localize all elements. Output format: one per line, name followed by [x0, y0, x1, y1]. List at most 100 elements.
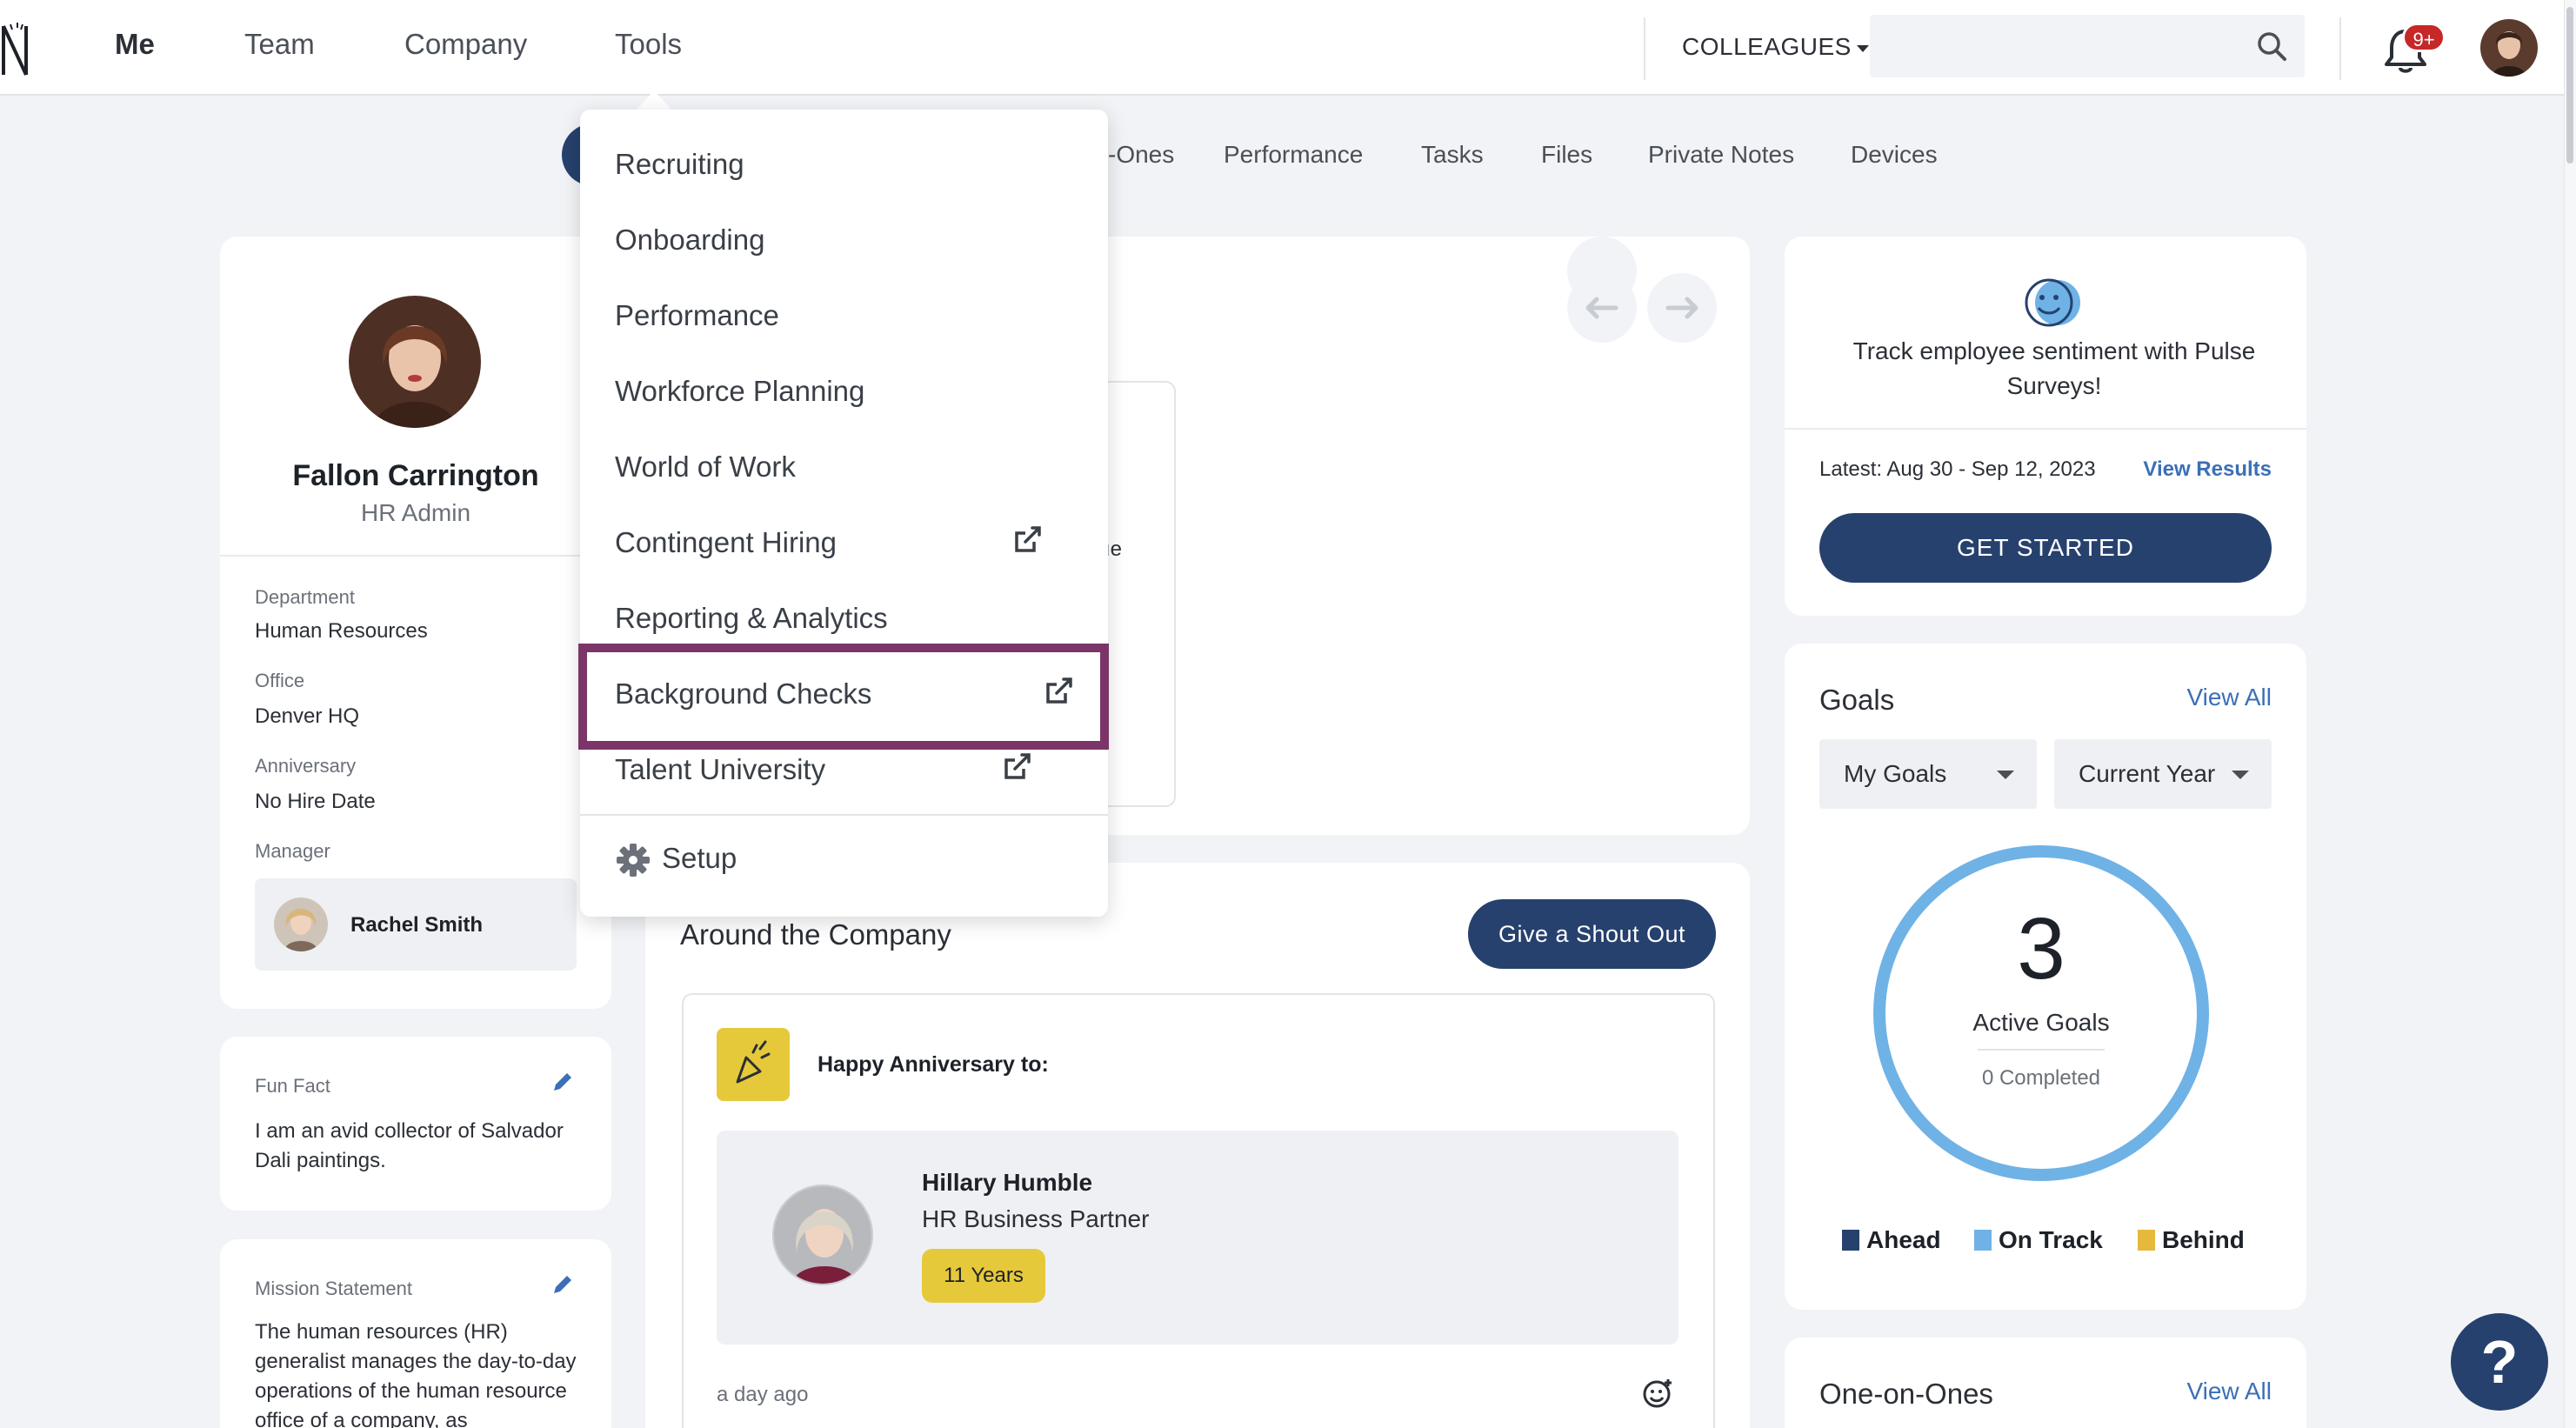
anniversary-label: Anniversary	[255, 755, 357, 777]
previous-arrow-button[interactable]	[1567, 273, 1637, 343]
active-goals-label: Active Goals	[1972, 1009, 2110, 1036]
nav-tools[interactable]: Tools	[615, 28, 682, 61]
arrow-right-icon	[1665, 297, 1698, 319]
nav-team[interactable]: Team	[244, 28, 315, 61]
legend-on-track: On Track	[1974, 1226, 2103, 1254]
department-label: Department	[255, 586, 355, 608]
legend-swatch	[1974, 1230, 1992, 1251]
menu-item-recruiting[interactable]: Recruiting	[580, 127, 1108, 202]
legend-ahead: Ahead	[1842, 1226, 1941, 1254]
subtab-one-on-ones[interactable]: -Ones	[1108, 141, 1174, 169]
search-icon[interactable]	[2256, 30, 2287, 62]
highlight-box-background-checks	[578, 644, 1109, 750]
pulse-smiley-icon	[2025, 278, 2080, 327]
menu-item-label: Contingent Hiring	[615, 526, 837, 558]
manager-name: Rachel Smith	[350, 913, 484, 937]
office-value: Denver HQ	[255, 704, 360, 728]
page-scrollbar[interactable]	[2564, 0, 2576, 1428]
caret-down-icon	[1856, 44, 1869, 52]
anniversary-title: Happy Anniversary to:	[818, 1052, 1049, 1077]
anniversary-person-card[interactable]: Hillary Humble HR Business Partner 11 Ye…	[717, 1131, 1678, 1345]
menu-item-onboarding[interactable]: Onboarding	[580, 203, 1108, 277]
goals-period-value: Current Year	[2079, 760, 2216, 787]
colleagues-label: COLLEAGUES	[1682, 33, 1852, 60]
user-avatar[interactable]	[2480, 19, 2538, 77]
edit-pencil-icon[interactable]	[551, 1070, 575, 1094]
menu-item-label: Talent University	[615, 753, 826, 785]
help-button[interactable]: ?	[2451, 1313, 2548, 1411]
subtab-performance[interactable]: Performance	[1224, 141, 1363, 169]
next-arrow-button[interactable]	[1647, 273, 1717, 343]
mission-statement-text: The human resources (HR) generalist mana…	[255, 1320, 577, 1428]
edit-pencil-icon[interactable]	[551, 1272, 575, 1297]
menu-item-label: Onboarding	[615, 224, 765, 256]
gear-icon	[617, 844, 650, 877]
top-navigation-bar: Me Team Company Tools COLLEAGUES 9+	[0, 0, 2576, 96]
caret-down-icon	[1997, 771, 2014, 779]
menu-item-contingent-hiring[interactable]: Contingent Hiring	[580, 505, 1108, 580]
goals-scope-select[interactable]: My Goals	[1819, 739, 2037, 809]
anniversary-person-role: HR Business Partner	[922, 1205, 1150, 1232]
notification-badge[interactable]: 9+	[2402, 23, 2446, 52]
subtab-devices[interactable]: Devices	[1851, 141, 1938, 169]
menu-item-label: Setup	[662, 842, 737, 874]
fun-fact-text: I am an avid collector of Salvador Dali …	[255, 1119, 564, 1172]
get-started-button[interactable]: GET STARTED	[1819, 513, 2272, 583]
subtab-private-notes[interactable]: Private Notes	[1648, 141, 1794, 169]
goals-period-select[interactable]: Current Year	[2054, 739, 2272, 809]
tools-dropdown-menu: Recruiting Onboarding Performance Workfo…	[580, 110, 1108, 917]
menu-item-label: Recruiting	[615, 148, 744, 180]
one-on-ones-card: One-on-Ones View All	[1785, 1338, 2306, 1428]
goals-title: Goals	[1819, 684, 1895, 716]
divider	[220, 555, 611, 557]
manager-chip[interactable]: Rachel Smith	[255, 878, 577, 971]
dropdown-pointer	[637, 90, 671, 110]
anniversary-person-avatar	[772, 1184, 873, 1285]
search-input[interactable]	[1870, 15, 2305, 77]
legend-label: Behind	[2162, 1226, 2245, 1253]
department-value: Human Resources	[255, 619, 428, 643]
give-shout-out-button[interactable]: Give a Shout Out	[1468, 899, 1716, 969]
goals-view-all-link[interactable]: View All	[2186, 684, 2272, 711]
profile-role: HR Admin	[360, 499, 471, 526]
subtab-files[interactable]: Files	[1541, 141, 1592, 169]
goals-scope-value: My Goals	[1844, 760, 1947, 787]
party-popper-icon	[736, 1040, 771, 1084]
legend-swatch	[2138, 1230, 2155, 1251]
add-reaction-icon[interactable]	[1640, 1376, 1675, 1411]
profile-card: Fallon Carrington HR Admin Department Hu…	[220, 237, 611, 1009]
one-on-ones-title: One-on-Ones	[1819, 1378, 1993, 1410]
menu-item-workforce-planning[interactable]: Workforce Planning	[580, 354, 1108, 429]
menu-item-label: World of Work	[615, 450, 796, 483]
view-results-link[interactable]: View Results	[2143, 457, 2272, 482]
menu-item-label: Workforce Planning	[615, 375, 865, 407]
profile-avatar	[349, 296, 481, 428]
mission-statement-label: Mission Statement	[255, 1278, 412, 1299]
subtab-tasks[interactable]: Tasks	[1421, 141, 1484, 169]
colleagues-dropdown[interactable]: COLLEAGUES	[1682, 33, 1869, 61]
divider	[1785, 428, 2306, 430]
scrollbar-thumb[interactable]	[2566, 7, 2573, 163]
nav-divider	[1644, 17, 1645, 80]
menu-item-world-of-work[interactable]: World of Work	[580, 430, 1108, 504]
legend-label: Ahead	[1866, 1226, 1941, 1253]
active-goals-count: 3	[2017, 900, 2065, 998]
divider	[1978, 1049, 2105, 1051]
goals-card: Goals View All My Goals Current Year 3 A…	[1785, 644, 2306, 1310]
external-link-icon	[1015, 526, 1041, 552]
external-link-icon	[1004, 753, 1031, 779]
menu-item-label: Performance	[615, 299, 779, 331]
nav-company[interactable]: Company	[404, 28, 527, 61]
nav-me[interactable]: Me	[115, 28, 155, 61]
profile-name: Fallon Carrington	[292, 459, 539, 492]
namely-logo-icon[interactable]	[0, 21, 35, 77]
completed-goals-label: 0 Completed	[1981, 1066, 2101, 1090]
menu-item-setup[interactable]: Setup	[580, 821, 1108, 896]
menu-item-performance[interactable]: Performance	[580, 278, 1108, 353]
pulse-survey-card: Track employee sentiment with Pulse Surv…	[1785, 237, 2306, 616]
post-timestamp: a day ago	[717, 1383, 809, 1406]
years-badge: 11 Years	[922, 1249, 1045, 1303]
one-on-ones-view-all-link[interactable]: View All	[2186, 1378, 2272, 1405]
nav-divider	[2339, 17, 2341, 80]
mission-statement-card: Mission Statement The human resources (H…	[220, 1239, 611, 1428]
